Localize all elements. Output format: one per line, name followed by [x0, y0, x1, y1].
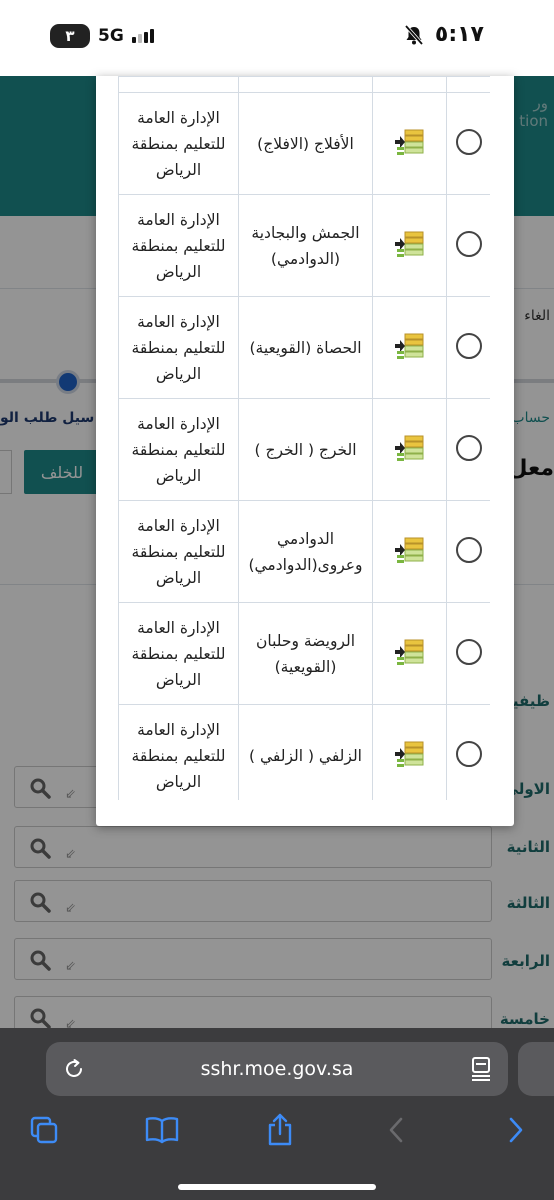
radio-button[interactable]: [455, 434, 482, 461]
home-indicator: [178, 1184, 376, 1190]
select-list-icon-cell: [372, 296, 447, 399]
address-bar[interactable]: sshr.moe.gov.sa: [46, 1042, 508, 1096]
select-list-icon-cell: [372, 500, 447, 603]
bell-slash-icon: [404, 24, 424, 45]
select-list-icon: [394, 741, 423, 767]
radio-cell: [446, 92, 490, 195]
select-list-icon: [394, 639, 423, 665]
select-list-icon-cell: [372, 194, 447, 297]
back-nav-button[interactable]: [378, 1112, 414, 1148]
signal-icon: [131, 29, 154, 43]
select-list-icon-cell: [372, 602, 447, 705]
status-right: ٥:١٧: [403, 22, 484, 47]
browser-toolbar: sshr.moe.gov.sa: [0, 1028, 554, 1200]
radio-button[interactable]: [455, 740, 482, 767]
book-icon: [145, 1117, 179, 1144]
chevron-right-icon: [509, 1117, 523, 1143]
radio-button[interactable]: [455, 536, 482, 563]
select-list-icon-cell: [372, 398, 447, 501]
radio-cell: [446, 602, 490, 705]
radio-button[interactable]: [455, 128, 482, 155]
table-row[interactable]: الإدارة العامة للتعليم بمنطقة الرياض الد…: [118, 500, 490, 603]
radio-button[interactable]: [455, 332, 482, 359]
notification-badge: ٣: [50, 24, 90, 48]
office-name-cell: الرويضة وحلبان (القويعية): [238, 602, 373, 705]
share-icon: [268, 1113, 292, 1146]
select-list-icon-cell: [372, 92, 447, 195]
radio-cell: [446, 398, 490, 501]
select-list-icon: [394, 435, 423, 461]
radio-cell: [446, 704, 490, 800]
table-row[interactable]: الإدارة العامة للتعليم بمنطقة الرياض الأ…: [118, 92, 490, 195]
modal-scroll-area[interactable]: الإدارة العامة للتعليم بمنطقة الرياض الأ…: [118, 76, 490, 800]
office-table: الإدارة العامة للتعليم بمنطقة الرياض الأ…: [118, 76, 490, 800]
department-cell: الإدارة العامة للتعليم بمنطقة الرياض: [118, 194, 239, 297]
department-cell: الإدارة العامة للتعليم بمنطقة الرياض: [118, 602, 239, 705]
forward-nav-button[interactable]: [498, 1112, 534, 1148]
table-row[interactable]: الإدارة العامة للتعليم بمنطقة الرياض الح…: [118, 296, 490, 399]
next-tab-preview[interactable]: [518, 1042, 554, 1096]
radio-cell: [446, 194, 490, 297]
table-row: [118, 76, 490, 93]
radio-button[interactable]: [455, 638, 482, 665]
status-left: ٣ 5G: [50, 24, 154, 48]
table-row[interactable]: الإدارة العامة للتعليم بمنطقة الرياض الج…: [118, 194, 490, 297]
selection-modal: الإدارة العامة للتعليم بمنطقة الرياض الأ…: [96, 76, 514, 826]
office-name-cell: الدوادمي وعروى(الدوادمي): [238, 500, 373, 603]
table-row[interactable]: الإدارة العامة للتعليم بمنطقة الرياض الز…: [118, 704, 490, 800]
select-list-icon: [394, 129, 423, 155]
share-button[interactable]: [262, 1112, 298, 1148]
table-row[interactable]: الإدارة العامة للتعليم بمنطقة الرياض الر…: [118, 602, 490, 705]
table-row[interactable]: الإدارة العامة للتعليم بمنطقة الرياض الخ…: [118, 398, 490, 501]
select-list-icon-cell: [372, 704, 447, 800]
office-name-cell: الحصاة (القويعية): [238, 296, 373, 399]
department-cell: الإدارة العامة للتعليم بمنطقة الرياض: [118, 704, 239, 800]
radio-cell: [446, 500, 490, 603]
reader-mode-icon[interactable]: [470, 1056, 492, 1082]
department-cell: الإدارة العامة للتعليم بمنطقة الرياض: [118, 92, 239, 195]
department-cell: الإدارة العامة للتعليم بمنطقة الرياض: [118, 296, 239, 399]
tabs-icon: [30, 1116, 58, 1144]
office-name-cell: الجمش والبجادية (الدوادمي): [238, 194, 373, 297]
bookmarks-button[interactable]: [144, 1112, 180, 1148]
office-name-cell: الأفلاج (الافلاج): [238, 92, 373, 195]
radio-button[interactable]: [455, 230, 482, 257]
status-bar: ٣ 5G ٥:١٧: [0, 0, 554, 76]
office-name-cell: الزلفي ( الزلفي ): [238, 704, 373, 800]
office-name-cell: الخرج ( الخرج ): [238, 398, 373, 501]
department-cell: الإدارة العامة للتعليم بمنطقة الرياض: [118, 398, 239, 501]
tabs-button[interactable]: [26, 1112, 62, 1148]
select-list-icon: [394, 333, 423, 359]
url-text: sshr.moe.gov.sa: [200, 1058, 354, 1080]
clock: ٥:١٧: [434, 22, 484, 47]
network-label: 5G: [98, 26, 124, 46]
chevron-left-icon: [389, 1117, 403, 1143]
radio-cell: [446, 296, 490, 399]
select-list-icon: [394, 231, 423, 257]
department-cell: الإدارة العامة للتعليم بمنطقة الرياض: [118, 500, 239, 603]
select-list-icon: [394, 537, 423, 563]
